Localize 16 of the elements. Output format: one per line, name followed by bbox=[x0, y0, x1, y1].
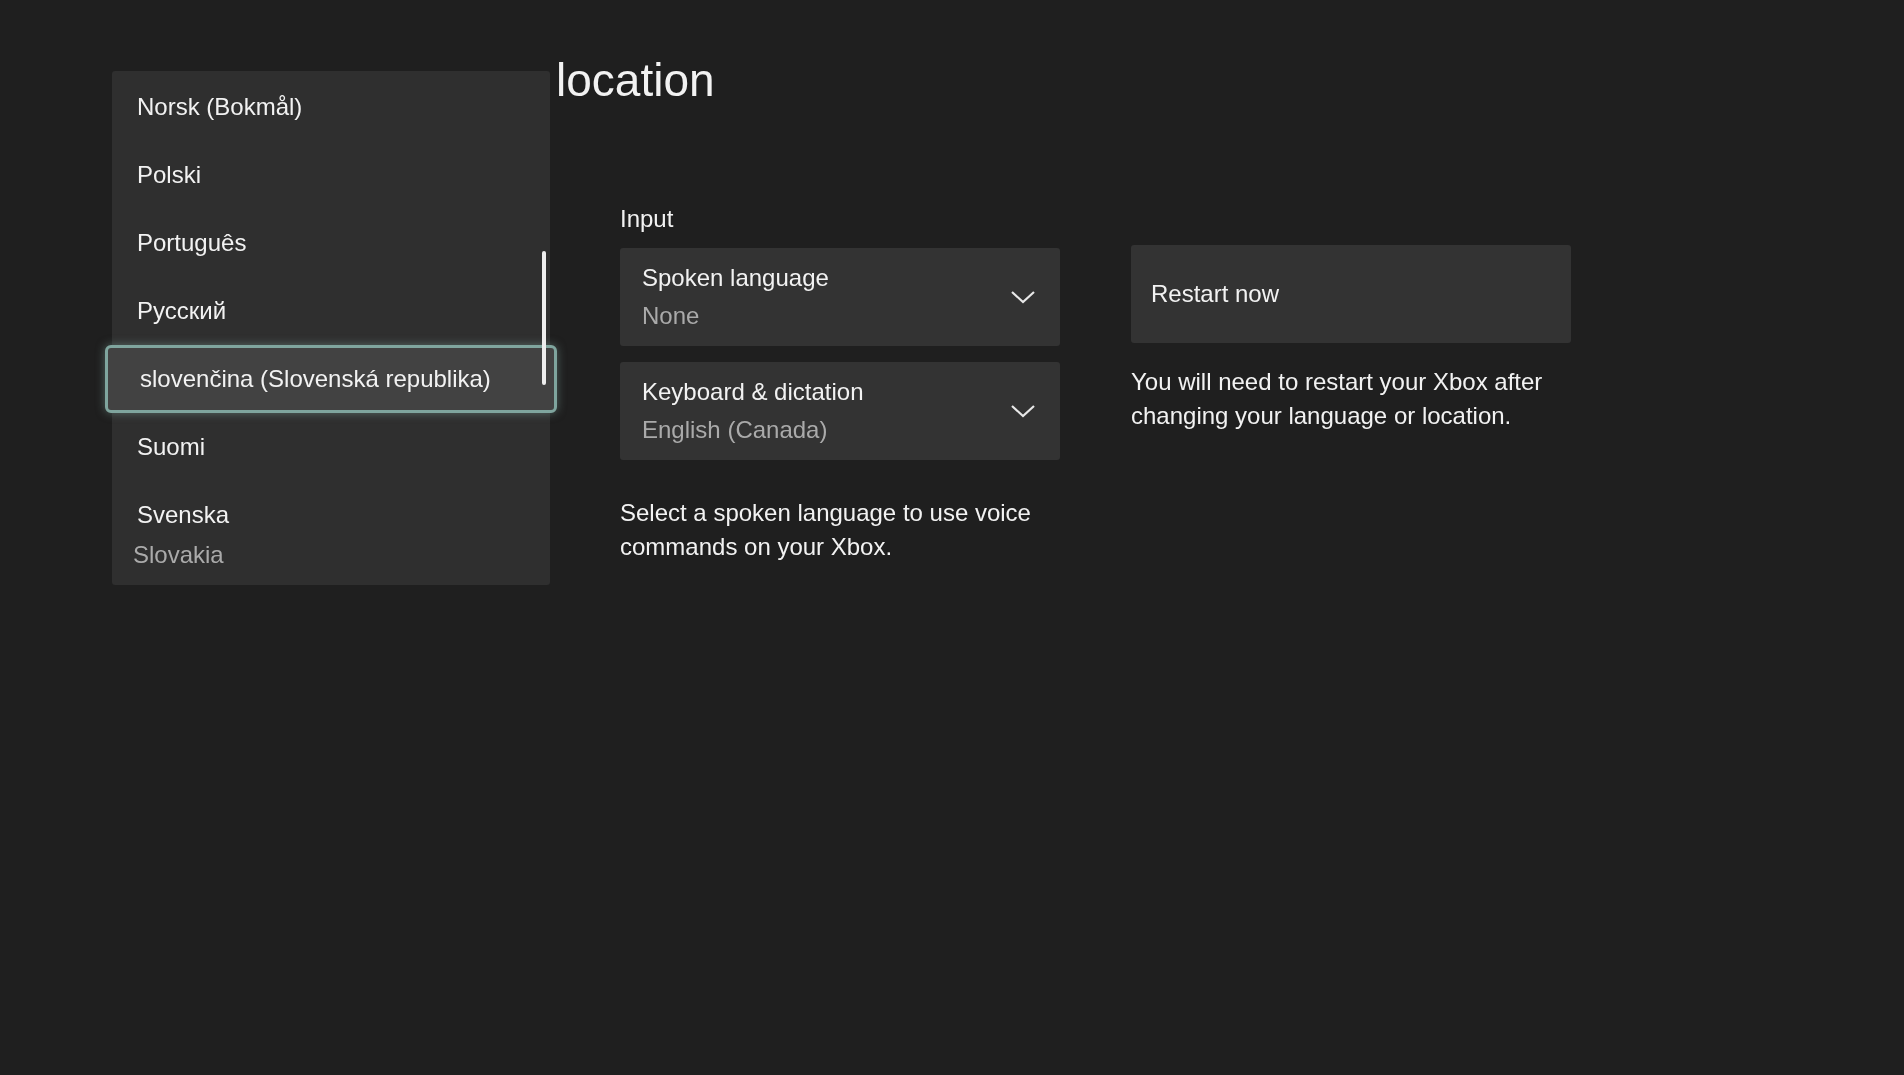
underlying-value: Slovakia bbox=[132, 541, 225, 569]
chevron-down-icon bbox=[1010, 403, 1036, 419]
language-option[interactable]: Norsk (Bokmål) bbox=[112, 73, 550, 141]
restart-note: You will need to restart your Xbox after changing your language or location. bbox=[1131, 367, 1544, 431]
dropdown[interactable]: Keyboard & dictation English (Canada) bbox=[620, 362, 1060, 460]
language-option[interactable]: Polski bbox=[112, 141, 550, 209]
chevron-down-icon bbox=[1010, 289, 1036, 305]
language-option[interactable]: Suomi bbox=[112, 413, 550, 481]
language-option[interactable]: Português bbox=[112, 209, 550, 277]
page-title: location bbox=[556, 53, 715, 108]
section-heading: Input bbox=[620, 204, 674, 234]
help-text: Select a spoken language to use voice commands on your Xbox. bbox=[620, 498, 1032, 562]
restart-button[interactable]: Restart now bbox=[1131, 245, 1571, 343]
language-option[interactable]: slovenčina (Slovenská republika) bbox=[105, 345, 557, 413]
dropdown[interactable]: Spoken language None bbox=[620, 248, 1060, 346]
language-option[interactable]: Русский bbox=[112, 277, 550, 345]
